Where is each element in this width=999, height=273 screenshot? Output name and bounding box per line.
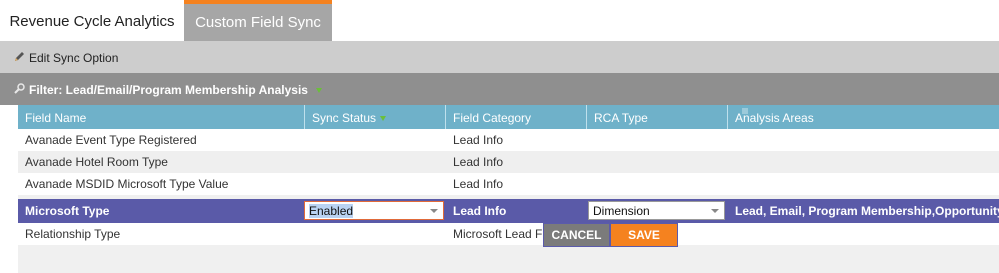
filter-dropdown[interactable]: Filter: Lead/Email/Program Membership An…	[14, 82, 322, 98]
column-header-sync-status[interactable]: Sync Status	[305, 105, 748, 129]
sync-status-value: Enabled	[309, 204, 354, 218]
field-category-cell: Lead Info	[453, 155, 504, 169]
table-row[interactable]: Avanade Hotel Room Type Lead Info	[18, 151, 999, 173]
grid-header: Field Name Sync Status Field Category RC…	[18, 105, 999, 129]
field-name-cell: Avanade MSDID Microsoft Type Value	[25, 177, 229, 191]
filter-bar: Filter: Lead/Email/Program Membership An…	[0, 73, 999, 105]
field-name-cell: Microsoft Type	[25, 204, 110, 218]
tab-custom-field-sync[interactable]: Custom Field Sync	[184, 0, 332, 41]
field-name-cell: Avanade Hotel Room Type	[25, 155, 168, 169]
chevron-down-icon[interactable]	[711, 209, 719, 213]
fields-grid: Field Name Sync Status Field Category RC…	[18, 105, 999, 273]
column-header-field-name[interactable]: Field Name	[18, 105, 305, 129]
field-name-cell: Relationship Type	[25, 227, 121, 241]
save-button[interactable]: SAVE	[610, 223, 678, 247]
pencil-icon	[14, 50, 25, 66]
field-category-cell: Lead Info	[453, 204, 507, 218]
analysis-areas-cell: Lead, Email, Program Membership,Opportun…	[735, 204, 999, 218]
sync-status-header-label: Sync Status	[312, 111, 377, 125]
sort-down-icon	[380, 116, 387, 122]
rca-type-value: Dimension	[593, 204, 650, 218]
table-row[interactable]: Avanade MSDID Microsoft Type Value Lead …	[18, 173, 999, 195]
edit-sync-option-button[interactable]: Edit Sync Option	[14, 50, 118, 66]
filter-label: Filter: Lead/Email/Program Membership An…	[29, 83, 308, 97]
table-row[interactable]: Avanade Event Type Registered Lead Info	[18, 129, 999, 151]
field-name-cell: Avanade Event Type Registered	[25, 133, 197, 147]
tab-revenue-cycle-analytics[interactable]: Revenue Cycle Analytics	[0, 0, 184, 41]
edit-sync-option-label: Edit Sync Option	[29, 51, 119, 65]
table-row-selected[interactable]: Microsoft Type Enabled Lead Info Dimensi…	[18, 199, 999, 223]
chevron-down-icon[interactable]	[315, 87, 322, 93]
filter-icon	[14, 82, 25, 98]
chevron-down-icon[interactable]	[430, 209, 438, 213]
column-header-field-category[interactable]: Field Category	[446, 105, 587, 129]
cancel-button[interactable]: CANCEL	[543, 223, 610, 247]
sync-status-select[interactable]: Enabled	[304, 201, 444, 220]
column-header-analysis-areas[interactable]: Analysis Areas	[728, 105, 999, 129]
rca-type-select[interactable]: Dimension	[588, 201, 725, 220]
tab-bar: Revenue Cycle Analytics Custom Field Syn…	[0, 0, 999, 41]
field-category-cell: Lead Info	[453, 177, 504, 191]
toolbar: Edit Sync Option	[0, 41, 999, 73]
table-row[interactable]: Relationship Type Microsoft Lead Fie	[18, 223, 999, 245]
column-header-rca-type[interactable]: RCA Type	[587, 105, 728, 129]
field-category-cell: Lead Info	[453, 133, 504, 147]
